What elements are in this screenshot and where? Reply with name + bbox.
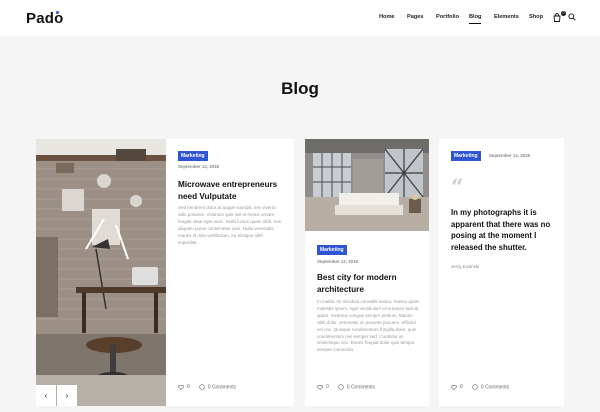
- nav-item-elements[interactable]: Elements: [494, 14, 519, 20]
- cart-count-badge: 0: [561, 11, 566, 16]
- category-badge[interactable]: Marketing: [317, 245, 347, 255]
- post-excerpt: In mattis, mi tincidunt convallis auctor…: [317, 299, 420, 353]
- slider-next-button[interactable]: ›: [57, 385, 77, 406]
- slider-prev-button[interactable]: ‹: [36, 385, 56, 406]
- post-meta: 0 0 Comments: [317, 384, 375, 390]
- comment-icon[interactable]: [199, 384, 205, 390]
- heart-icon[interactable]: [317, 384, 323, 390]
- loft-brick-wall-image: [36, 139, 166, 406]
- post-quote[interactable]: In my photographs it is apparent that th…: [451, 207, 559, 253]
- post-date: September 12, 2018: [489, 153, 531, 158]
- post-image-gallery[interactable]: ‹ ›: [36, 139, 166, 406]
- site-header: Pado Home Pages Portfolio Blog Elements …: [0, 0, 600, 36]
- chevron-right-icon: ›: [65, 391, 69, 400]
- post-image[interactable]: [305, 139, 429, 231]
- category-badge[interactable]: Marketing: [451, 151, 481, 161]
- nav-item-shop[interactable]: Shop: [529, 14, 543, 20]
- post-date: September 12, 2018: [178, 164, 220, 169]
- like-count: 0: [326, 384, 329, 391]
- nav-item-portfolio[interactable]: Portfolio: [436, 14, 459, 20]
- nav-item-blog[interactable]: Blog: [469, 14, 482, 24]
- nav-item-pages[interactable]: Pages: [407, 14, 423, 20]
- category-badge[interactable]: Marketing: [178, 151, 208, 161]
- comment-count[interactable]: 0 Comments: [208, 384, 236, 390]
- post-title[interactable]: Best city for modern architecture: [317, 272, 423, 295]
- nav-item-home[interactable]: Home: [379, 14, 395, 20]
- chevron-left-icon: ‹: [44, 391, 48, 400]
- comment-icon[interactable]: [338, 384, 344, 390]
- post-title[interactable]: Microwave entrepreneurs need Vulputate: [178, 179, 286, 202]
- post-excerpt: Sed hendrerit dolor at augue suscipit, n…: [178, 205, 282, 245]
- loft-bedroom-image: [305, 139, 429, 231]
- search-icon[interactable]: [568, 13, 576, 21]
- heart-icon[interactable]: [451, 384, 457, 390]
- comment-count[interactable]: 0 Comments: [347, 384, 375, 390]
- post-card: ‹ › Marketing September 12, 2018 Microwa…: [36, 139, 294, 406]
- quote-icon: “: [451, 175, 464, 201]
- post-meta: 0 0 Comments: [451, 384, 509, 390]
- comment-count[interactable]: 0 Comments: [481, 384, 509, 390]
- cart-icon[interactable]: [553, 13, 561, 22]
- quote-author: Jerzy Kosinski: [451, 264, 480, 269]
- heart-icon[interactable]: [178, 384, 184, 390]
- post-card: Marketing September 12, 2018 Best city f…: [305, 139, 429, 406]
- like-count: 0: [187, 384, 190, 391]
- post-meta: 0 0 Comments: [178, 384, 236, 390]
- like-count: 0: [460, 384, 463, 391]
- post-date: September 12, 2018: [317, 259, 359, 264]
- page-title: Blog: [281, 79, 319, 98]
- main-nav: Home Pages Portfolio Blog Elements Shop: [0, 14, 600, 26]
- comment-icon[interactable]: [472, 384, 478, 390]
- post-card: Marketing September 12, 2018 “ In my pho…: [439, 139, 564, 406]
